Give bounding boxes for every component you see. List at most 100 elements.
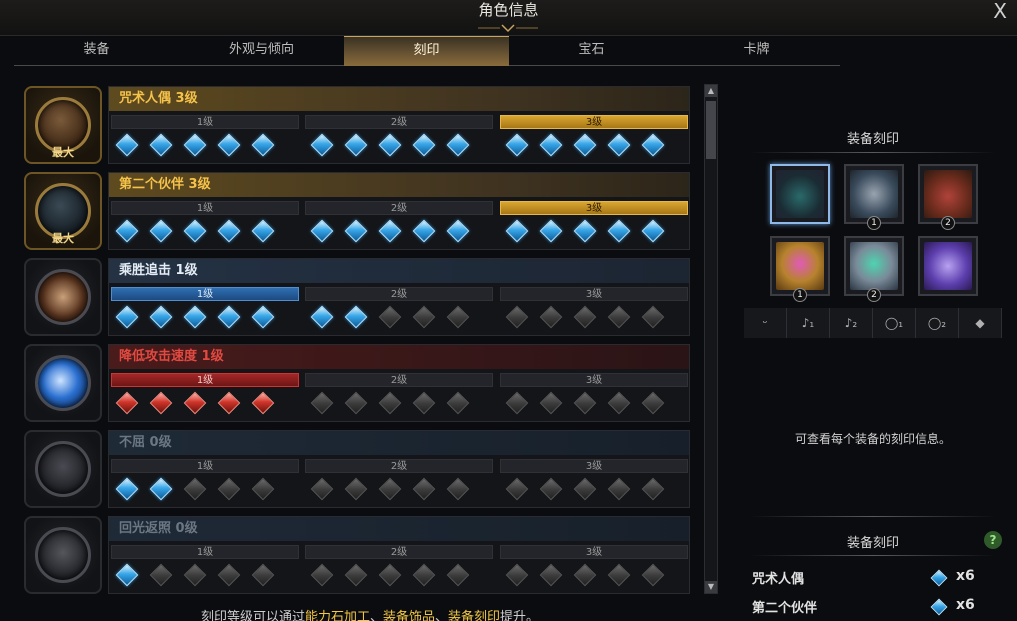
footer-sep: 、 [435,610,449,621]
scroll-thumb[interactable] [706,101,716,159]
gem-track [115,133,689,159]
level-label: 1级 [111,459,299,473]
engraving-portrait: 最大 [24,86,102,164]
slot-earring-1[interactable]: 1 [844,164,904,230]
slot-filter-bar: ᵕ ♪₁ ♪₂ ◯₁ ◯₂ ◆ [744,308,1006,338]
blue-gem-icon [217,133,241,157]
level-label: 1级 [111,545,299,559]
empty-gem-icon [446,391,470,415]
summary-row: 咒术人偶 x6 [752,568,992,590]
footer-sep: 、 [369,610,383,621]
ring-1-filter-icon[interactable]: ◯₁ [873,308,916,338]
empty-gem-icon [573,391,597,415]
slot-earring-2[interactable]: 2 [918,164,978,230]
list-scrollbar[interactable]: ▲ ▼ [704,84,718,594]
engraving-icon [35,527,91,583]
empty-gem-icon [310,391,334,415]
engraving-panel: 不屈 0级 1级 2级 3级 [108,430,690,508]
empty-gem-icon [217,563,241,587]
ring-2-filter-icon[interactable]: ◯₂ [916,308,959,338]
blue-gem-icon [446,219,470,243]
equipped-engraving-panel: 装备刻印 1 2 1 2 ᵕ ♪₁ ♪₂ ◯₁ ◯₂ ◆ 可查看每个装备的刻印信… [742,112,1004,621]
help-icon[interactable]: ? [984,531,1002,549]
title-bar: 角色信息 X [0,0,1017,36]
gem-track [115,563,689,589]
engraving-name: 第二个伙伴 3级 [109,173,689,197]
scroll-down-icon[interactable]: ▼ [705,581,717,593]
engraving-portrait [24,258,102,336]
empty-gem-icon [607,563,631,587]
earring-icon [924,170,972,218]
earring-1-filter-icon[interactable]: ♪₁ [787,308,830,338]
slot-necklace[interactable] [770,164,830,224]
blue-gem-icon [149,133,173,157]
stone-filter-icon[interactable]: ◆ [959,308,1002,338]
footer-prefix: 刻印等级可以通过 [200,610,305,621]
earring-2-filter-icon[interactable]: ♪₂ [830,308,873,338]
engraving-row[interactable]: 不屈 0级 1级 2级 3级 [24,428,692,514]
empty-gem-icon [641,391,665,415]
scroll-up-icon[interactable]: ▲ [705,85,717,97]
slot-ring-1[interactable]: 1 [770,236,830,302]
blue-gem-icon [539,219,563,243]
engraving-row[interactable]: 降低攻击速度 1级 1级 2级 3级 [24,342,692,428]
empty-gem-icon [505,391,529,415]
blue-gem-icon [115,219,139,243]
footer-link-engraving[interactable]: 装备刻印 [448,610,500,621]
blue-gem-icon [251,133,275,157]
engraving-row[interactable]: 最大 咒术人偶 3级 1级 2级 3级 [24,84,692,170]
engraving-row[interactable]: 回光返照 0级 1级 2级 3级 [24,514,692,594]
tab-cards[interactable]: 卡牌 [674,36,839,66]
level-label: 2级 [305,545,493,559]
level-label: 2级 [305,287,493,301]
footer-link-accessory[interactable]: 装备饰品 [383,610,435,621]
tab-engraving[interactable]: 刻印 [344,36,509,66]
empty-gem-icon [539,477,563,501]
slot-ring-2[interactable]: 2 [844,236,904,302]
footer-text: 刻印等级可以通过能力石加工、装备饰品、装备刻印提升。 [0,606,740,621]
empty-gem-icon [539,305,563,329]
blue-gem-icon [446,133,470,157]
panel-title: 装备刻印 [846,132,899,147]
empty-gem-icon [607,305,631,329]
blue-gem-icon [115,563,139,587]
blue-gem-icon [573,219,597,243]
empty-gem-icon [446,477,470,501]
blue-gem-icon [505,219,529,243]
empty-gem-icon [149,563,173,587]
red-gem-icon [217,391,241,415]
empty-gem-icon [183,563,207,587]
summary-name: 第二个伙伴 [752,601,818,616]
engraving-portrait: 最大 [24,172,102,250]
tab-appearance[interactable]: 外观与倾向 [179,36,344,66]
empty-gem-icon [344,563,368,587]
blue-gem-icon [183,305,207,329]
engraving-portrait [24,430,102,508]
footer-link-stone[interactable]: 能力石加工 [305,610,370,621]
blue-gem-icon [505,133,529,157]
empty-gem-icon [344,391,368,415]
blue-gem-icon [573,133,597,157]
level-label: 3级 [500,373,688,387]
necklace-filter-icon[interactable]: ᵕ [744,308,787,338]
empty-gem-icon [505,477,529,501]
red-gem-icon [251,391,275,415]
empty-gem-icon [641,477,665,501]
engraving-row[interactable]: 乘胜追击 1级 1级 2级 3级 [24,256,692,342]
earring-icon [850,170,898,218]
engraving-row[interactable]: 最大 第二个伙伴 3级 1级 2级 3级 [24,170,692,256]
engraving-icon [35,355,91,411]
blue-gem-icon [344,133,368,157]
empty-gem-icon [412,305,436,329]
engraving-name: 降低攻击速度 1级 [109,345,689,369]
summary-name: 咒术人偶 [752,572,805,587]
tab-gems[interactable]: 宝石 [509,36,674,66]
slot-ability-stone[interactable] [918,236,978,296]
engraving-panel: 降低攻击速度 1级 1级 2级 3级 [108,344,690,422]
tab-equipment[interactable]: 装备 [14,36,179,66]
level-label: 3级 [500,201,688,215]
blue-gem-icon [149,305,173,329]
blue-gem-icon [310,133,334,157]
level-label: 3级 [500,115,688,129]
close-button[interactable]: X [993,0,1007,22]
